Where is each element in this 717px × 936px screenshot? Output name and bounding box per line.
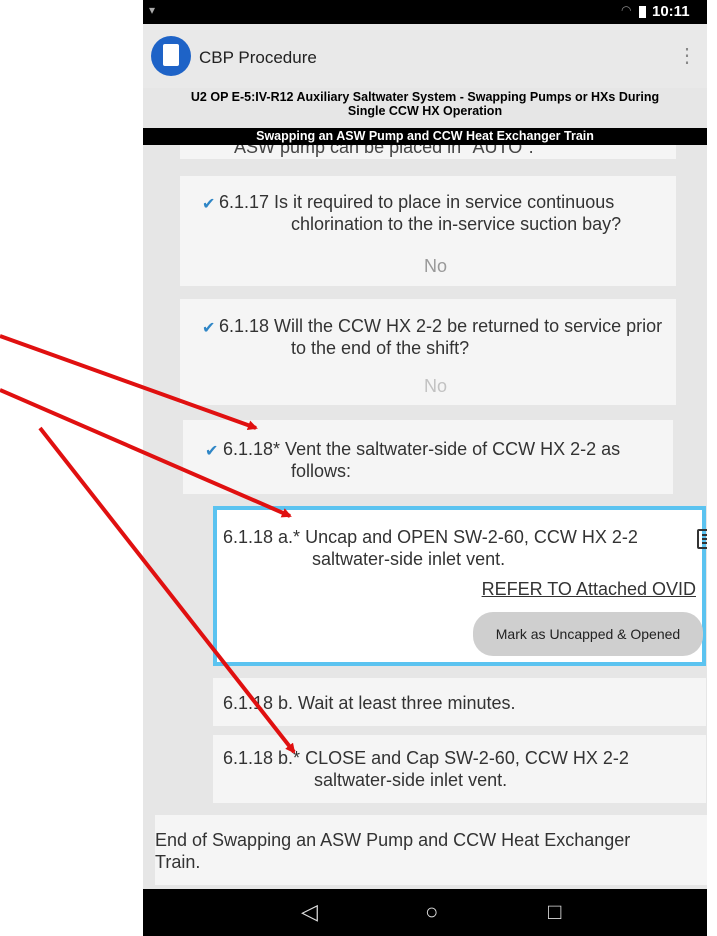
annotation-arrow-2 bbox=[0, 388, 292, 518]
annotation-arrow-3 bbox=[38, 426, 296, 754]
annotation-arrow-1 bbox=[0, 334, 258, 430]
annotation-arrows bbox=[0, 334, 296, 754]
